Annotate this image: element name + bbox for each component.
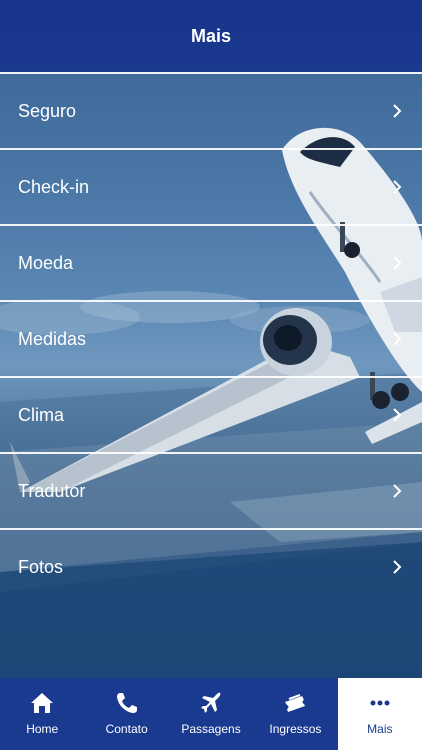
tab-label: Passagens	[181, 722, 241, 736]
tab-label: Mais	[367, 722, 393, 736]
menu-item-label: Seguro	[18, 100, 77, 121]
tab-label: Home	[26, 722, 59, 736]
menu-item-check-in[interactable]: Check-in	[0, 148, 422, 224]
chevron-right-icon	[393, 560, 402, 574]
airplane-icon	[201, 692, 221, 713]
bottom-tab-bar: Home Contato Passagens Ingressos Mais	[0, 678, 422, 750]
menu-item-fotos[interactable]: Fotos	[0, 528, 422, 604]
menu-item-clima[interactable]: Clima	[0, 376, 422, 452]
tab-home[interactable]: Home	[0, 678, 84, 750]
menu-item-tradutor[interactable]: Tradutor	[0, 452, 422, 528]
menu-item-label: Clima	[18, 404, 65, 425]
menu-item-label: Check-in	[18, 176, 90, 197]
tab-passagens[interactable]: Passagens	[169, 678, 253, 750]
phone-icon	[116, 693, 137, 713]
chevron-right-icon	[393, 256, 402, 270]
chevron-right-icon	[393, 332, 402, 346]
menu-item-moeda[interactable]: Moeda	[0, 224, 422, 300]
page-title: Mais	[190, 25, 232, 46]
chevron-right-icon	[393, 484, 402, 498]
tab-mais[interactable]: Mais	[337, 678, 422, 750]
app-header: Mais	[0, 0, 422, 72]
chevron-right-icon	[393, 408, 402, 422]
ticket-icon	[285, 694, 306, 712]
menu-item-seguro[interactable]: Seguro	[0, 72, 422, 148]
more-menu-list: Seguro Check-in Moeda Medidas Clima Trad…	[0, 72, 422, 604]
menu-item-medidas[interactable]: Medidas	[0, 300, 422, 376]
chevron-right-icon	[393, 180, 402, 194]
chevron-right-icon	[393, 104, 402, 118]
tab-label: Contato	[105, 722, 148, 736]
menu-item-label: Medidas	[18, 328, 87, 349]
menu-item-label: Tradutor	[18, 480, 86, 501]
tab-ingressos[interactable]: Ingressos	[253, 678, 337, 750]
tab-label: Ingressos	[269, 722, 322, 736]
more-icon	[370, 700, 390, 706]
home-icon	[31, 693, 54, 713]
tab-contato[interactable]: Contato	[84, 678, 168, 750]
menu-item-label: Moeda	[18, 252, 74, 273]
menu-item-label: Fotos	[18, 556, 64, 577]
